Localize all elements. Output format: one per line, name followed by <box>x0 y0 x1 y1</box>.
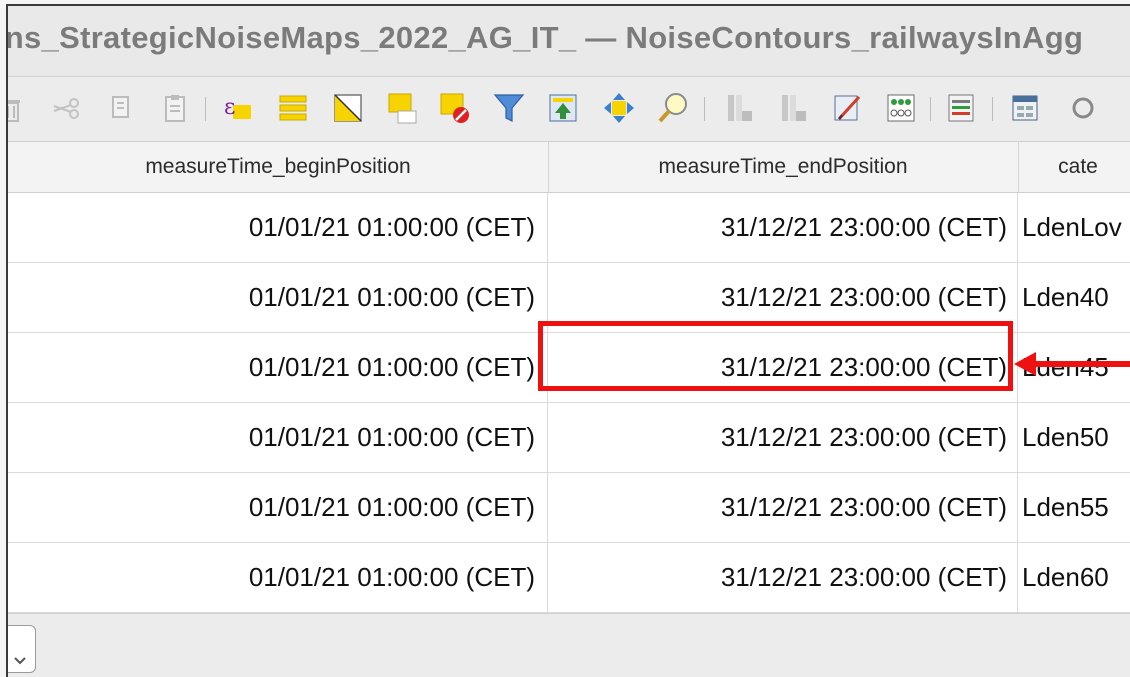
cell-end[interactable]: 31/12/21 23:00:00 (CET) <box>548 193 1018 262</box>
cell-category[interactable]: Lden50 <box>1018 403 1130 472</box>
zoom-to-selected-icon[interactable] <box>656 91 690 125</box>
column-header-category[interactable]: cate <box>1018 142 1130 192</box>
delete-icon[interactable] <box>8 91 28 125</box>
table-row[interactable]: 01/01/21 01:00:00 (CET) 31/12/21 23:00:0… <box>8 403 1130 473</box>
delete-field-icon[interactable] <box>776 91 810 125</box>
toolbar-separator <box>704 97 705 121</box>
cell-end[interactable]: 31/12/21 23:00:00 (CET) <box>548 403 1018 472</box>
actions-icon[interactable] <box>1008 91 1042 125</box>
table-header: measureTime_beginPosition measureTime_en… <box>8 142 1130 193</box>
cell-begin[interactable]: 01/01/21 01:00:00 (CET) <box>8 193 548 262</box>
attribute-toolbar: ε <box>8 77 1130 142</box>
cell-begin[interactable]: 01/01/21 01:00:00 (CET) <box>8 403 548 472</box>
toolbar-separator <box>992 97 993 121</box>
attribute-table: measureTime_beginPosition measureTime_en… <box>8 142 1130 613</box>
filter-combo[interactable] <box>8 625 36 673</box>
table-row[interactable]: 01/01/21 01:00:00 (CET) 31/12/21 23:00:0… <box>8 543 1130 613</box>
table-row[interactable]: 01/01/21 01:00:00 (CET) 31/12/21 23:00:0… <box>8 473 1130 543</box>
cell-begin[interactable]: 01/01/21 01:00:00 (CET) <box>8 333 548 402</box>
cell-end[interactable]: 31/12/21 23:00:00 (CET) <box>548 263 1018 332</box>
pan-to-selected-icon[interactable] <box>602 91 636 125</box>
column-header-end[interactable]: measureTime_endPosition <box>548 142 1019 192</box>
deselect-icon[interactable] <box>386 91 420 125</box>
table-row[interactable]: 01/01/21 01:00:00 (CET) 31/12/21 23:00:0… <box>8 333 1130 403</box>
cell-begin[interactable]: 01/01/21 01:00:00 (CET) <box>8 263 548 332</box>
filter-icon[interactable] <box>492 91 526 125</box>
cell-category[interactable]: Lden40 <box>1018 263 1130 332</box>
cell-begin[interactable]: 01/01/21 01:00:00 (CET) <box>8 473 548 542</box>
conditional-formatting-icon[interactable] <box>884 91 918 125</box>
column-header-begin[interactable]: measureTime_beginPosition <box>8 142 549 192</box>
new-field-icon[interactable] <box>722 91 756 125</box>
attribute-table-window: tions_StrategicNoiseMaps_2022_AG_IT_ — N… <box>6 4 1130 677</box>
cell-begin[interactable]: 01/01/21 01:00:00 (CET) <box>8 543 548 612</box>
expression-select-icon[interactable]: ε <box>220 91 254 125</box>
chevron-down-icon <box>14 657 26 665</box>
table-row[interactable]: 01/01/21 01:00:00 (CET) 31/12/21 23:00:0… <box>8 193 1130 263</box>
select-all-icon[interactable] <box>276 91 310 125</box>
copy-icon[interactable] <box>104 91 138 125</box>
title-bar: tions_StrategicNoiseMaps_2022_AG_IT_ — N… <box>8 6 1130 77</box>
invert-selection-icon[interactable] <box>331 91 365 125</box>
field-calculator-icon[interactable] <box>830 91 864 125</box>
table-row[interactable]: 01/01/21 01:00:00 (CET) 31/12/21 23:00:0… <box>8 263 1130 333</box>
cell-end[interactable]: 31/12/21 23:00:00 (CET) <box>548 333 1018 402</box>
window-title: tions_StrategicNoiseMaps_2022_AG_IT_ — N… <box>8 20 1084 55</box>
cell-category[interactable]: LdenLov <box>1018 193 1130 262</box>
toolbar-separator <box>930 97 931 121</box>
deselect-all-icon[interactable] <box>438 91 472 125</box>
annotation-arrow <box>1014 352 1130 376</box>
paste-icon[interactable] <box>158 91 192 125</box>
cell-category[interactable]: Lden60 <box>1018 543 1130 612</box>
toolbar-separator <box>205 97 206 121</box>
svg-text:ε: ε <box>224 95 235 120</box>
cut-icon[interactable] <box>50 91 84 125</box>
cell-end[interactable]: 31/12/21 23:00:00 (CET) <box>548 543 1018 612</box>
cell-end[interactable]: 31/12/21 23:00:00 (CET) <box>548 473 1018 542</box>
table-footer <box>8 613 1130 677</box>
settings-icon[interactable] <box>1066 91 1100 125</box>
move-selection-to-top-icon[interactable] <box>546 91 580 125</box>
dock-table-icon[interactable] <box>944 91 978 125</box>
cell-category[interactable]: Lden55 <box>1018 473 1130 542</box>
